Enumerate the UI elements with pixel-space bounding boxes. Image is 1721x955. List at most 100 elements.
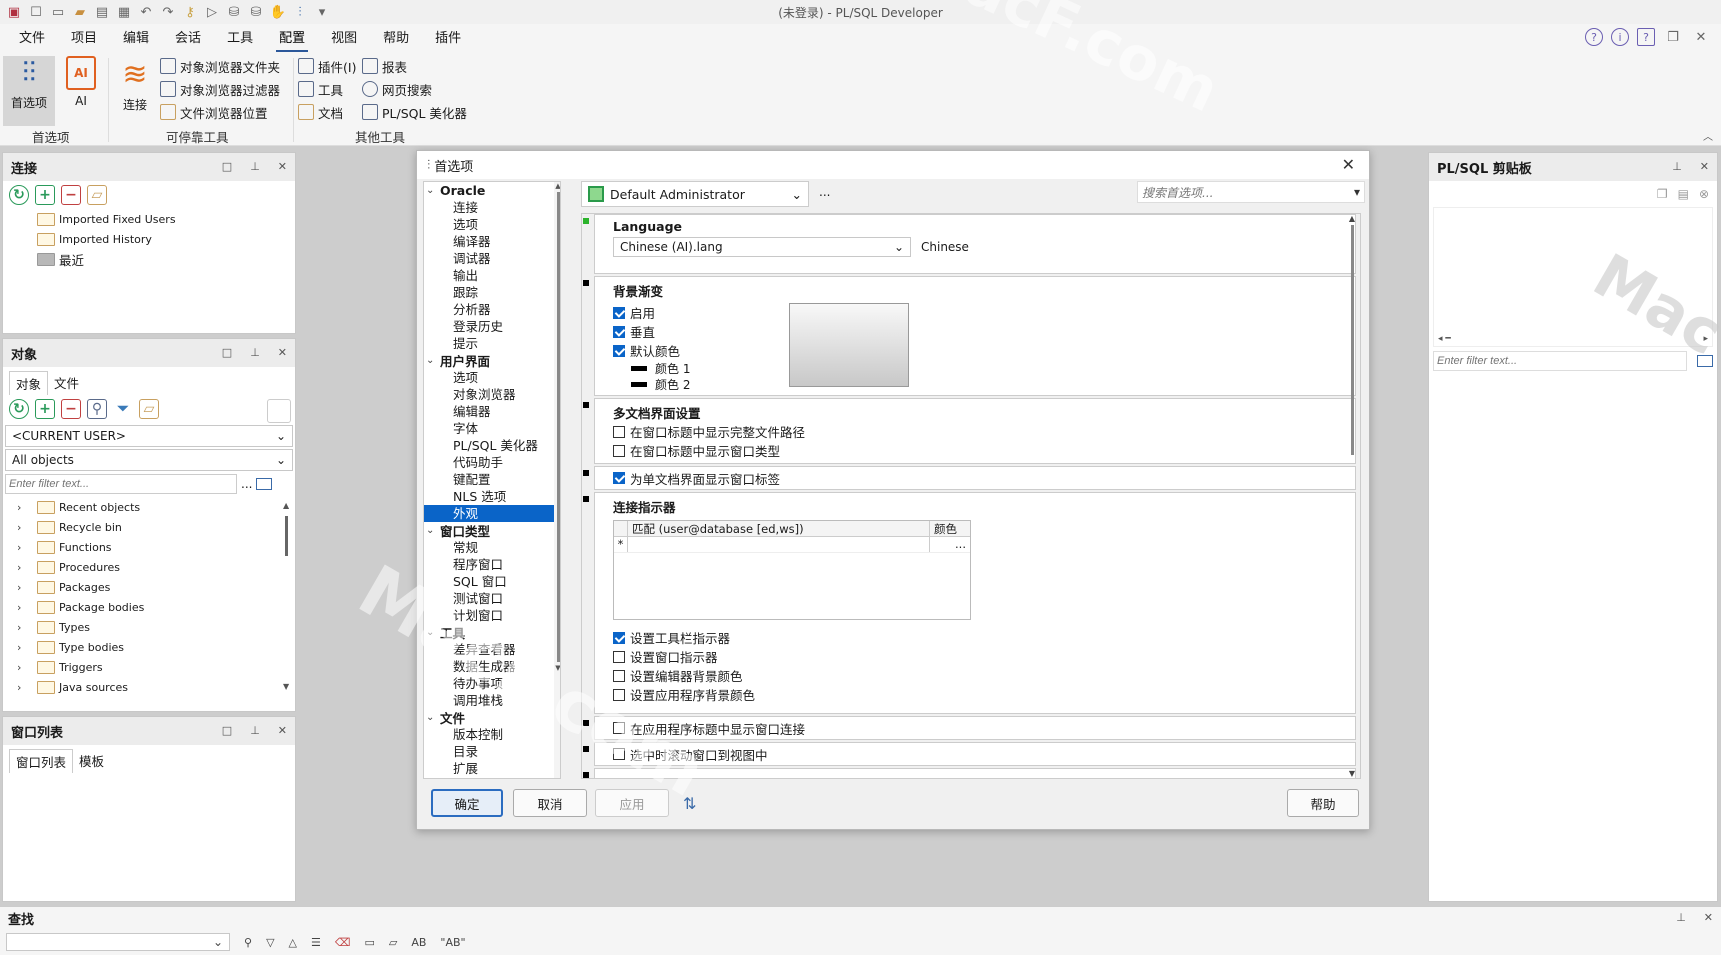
- menu-project[interactable]: 项目: [58, 24, 110, 54]
- nav-item[interactable]: 程序窗口: [424, 556, 560, 573]
- nav-item[interactable]: 编译器: [424, 233, 560, 250]
- filter-icon[interactable]: ⏷: [113, 399, 133, 419]
- dialog-close-icon[interactable]: ✕: [1342, 155, 1355, 174]
- ok-button[interactable]: 确定: [431, 789, 503, 817]
- nav-category[interactable]: ⌄ 窗口类型: [424, 522, 560, 539]
- toolbar-indicator-checkbox[interactable]: 设置工具栏指示器: [595, 628, 1355, 647]
- object-tree-item[interactable]: › Triggers: [3, 657, 295, 677]
- nav-item[interactable]: 调试器: [424, 250, 560, 267]
- object-tree-item[interactable]: › Package bodies: [3, 597, 295, 617]
- pin-icon[interactable]: ⊥: [1676, 911, 1686, 924]
- file-location-button[interactable]: 文件浏览器位置: [160, 102, 268, 122]
- find-down-icon[interactable]: ▽: [266, 936, 274, 949]
- menu-tools[interactable]: 工具: [214, 24, 266, 54]
- cancel-button[interactable]: 取消: [513, 789, 587, 817]
- sort-icon[interactable]: ⇅: [683, 794, 696, 813]
- nav-item[interactable]: 选项: [424, 369, 560, 386]
- websearch-button[interactable]: 网页搜索: [362, 79, 432, 99]
- object-tree-item[interactable]: › Types: [3, 617, 295, 637]
- close-icon[interactable]: ✕: [278, 160, 287, 173]
- language-select[interactable]: Chinese (AI).lang ⌄: [613, 237, 911, 257]
- close-icon[interactable]: ✕: [1691, 28, 1711, 46]
- pin-icon[interactable]: ⊥: [1672, 160, 1682, 173]
- nav-item[interactable]: 选项: [424, 216, 560, 233]
- filter-options-button[interactable]: ...: [241, 477, 252, 491]
- mdi-window-type-checkbox[interactable]: 在窗口标题中显示窗口类型: [595, 441, 1355, 460]
- mdi-full-path-checkbox[interactable]: 在窗口标题中显示完整文件路径: [595, 422, 1355, 441]
- nav-item[interactable]: 对象浏览器: [424, 386, 560, 403]
- menu-plugins[interactable]: 插件: [422, 24, 474, 54]
- color2-row[interactable]: 颜色 2: [595, 376, 1355, 392]
- nav-item[interactable]: 调用堆栈: [424, 692, 560, 709]
- nav-item[interactable]: 分析器: [424, 301, 560, 318]
- tab-objects[interactable]: 对象: [9, 371, 49, 395]
- nav-item[interactable]: SQL 窗口: [424, 573, 560, 590]
- profile-options-button[interactable]: ...: [819, 185, 830, 199]
- find-up-icon[interactable]: △: [289, 936, 297, 949]
- find-input[interactable]: ⌄: [6, 933, 230, 951]
- app-title-conn-checkbox[interactable]: 在应用程序标题中显示窗口连接: [595, 717, 1355, 737]
- help-button[interactable]: 帮助: [1287, 789, 1359, 817]
- scrollbar[interactable]: ▲ ▼: [283, 501, 291, 691]
- chevron-right-icon[interactable]: ›: [17, 641, 21, 654]
- refresh-icon[interactable]: ↻: [9, 185, 29, 205]
- help-icon[interactable]: ?: [1585, 28, 1603, 46]
- filter-input[interactable]: [5, 474, 237, 494]
- menu-edit[interactable]: 编辑: [110, 24, 162, 54]
- chevron-right-icon[interactable]: ›: [17, 521, 21, 534]
- object-tree-item[interactable]: › Packages: [3, 577, 295, 597]
- add-icon[interactable]: +: [35, 185, 55, 205]
- list-icon[interactable]: ☰: [311, 936, 321, 949]
- nav-scrollbar[interactable]: ▲ ▼: [554, 182, 560, 778]
- refresh-icon[interactable]: ↻: [9, 399, 29, 419]
- obj-folders-button[interactable]: 对象浏览器文件夹: [160, 56, 280, 76]
- new-folder-icon[interactable]: ▱: [87, 185, 107, 205]
- object-tree-item[interactable]: › Procedures: [3, 557, 295, 577]
- nav-item[interactable]: 代码助手: [424, 454, 560, 471]
- chevron-down-icon[interactable]: ⌄: [426, 712, 440, 723]
- nav-item[interactable]: 输出: [424, 267, 560, 284]
- folder-icon[interactable]: ▱: [389, 936, 397, 949]
- search-preferences[interactable]: 搜索首选项... ▾: [1137, 181, 1365, 203]
- eraser-icon[interactable]: ⌫: [335, 936, 351, 949]
- chevron-down-icon[interactable]: ⌄: [426, 627, 440, 638]
- clipboard-list[interactable]: ◂ ━ ▸: [1433, 207, 1713, 347]
- object-tree-item[interactable]: › Recent objects: [3, 497, 295, 517]
- reports-button[interactable]: 报表: [362, 56, 407, 76]
- obj-filters-button[interactable]: 对象浏览器过滤器: [160, 79, 280, 99]
- grid-row[interactable]: * ...: [614, 537, 970, 553]
- chevron-down-icon[interactable]: ⌄: [426, 525, 440, 536]
- nav-category[interactable]: ⌄ 工具: [424, 624, 560, 641]
- gradient-vertical-checkbox[interactable]: 垂直: [595, 322, 1355, 341]
- color-picker-button[interactable]: ...: [930, 537, 970, 552]
- whole-word-toggle[interactable]: "AB": [440, 936, 465, 949]
- nav-item[interactable]: NLS 选项: [424, 488, 560, 505]
- new-folder-icon[interactable]: ▱: [139, 399, 159, 419]
- object-tree-item[interactable]: › Java sources: [3, 677, 295, 697]
- nav-category[interactable]: ⌄ Oracle: [424, 182, 560, 199]
- pin-icon[interactable]: ⊥: [250, 346, 260, 359]
- add-icon[interactable]: +: [35, 399, 55, 419]
- copy-icon[interactable]: ❐: [1657, 187, 1668, 201]
- nav-item[interactable]: 连接: [424, 199, 560, 216]
- filter-apply-icon[interactable]: [256, 478, 273, 490]
- object-tree-item[interactable]: › Functions: [3, 537, 295, 557]
- color1-row[interactable]: 颜色 1: [595, 360, 1355, 376]
- plugins-button[interactable]: 插件(I): [298, 56, 356, 76]
- nav-item[interactable]: 差异查看器: [424, 641, 560, 658]
- connect-button[interactable]: ≋ 连接: [110, 58, 160, 114]
- nav-item[interactable]: 键配置: [424, 471, 560, 488]
- remove-icon[interactable]: −: [61, 185, 81, 205]
- maximize-icon[interactable]: □: [222, 160, 232, 173]
- find-icon[interactable]: ⚲: [87, 399, 107, 419]
- editor-bg-checkbox[interactable]: 设置编辑器背景颜色: [595, 666, 1355, 685]
- chevron-right-icon[interactable]: ›: [17, 681, 21, 694]
- ai-button[interactable]: AI AI: [56, 56, 106, 112]
- horizontal-scrollbar[interactable]: ◂ ━ ▸: [1434, 334, 1712, 346]
- close-icon[interactable]: ✕: [278, 346, 287, 359]
- chevron-right-icon[interactable]: ›: [17, 621, 21, 634]
- nav-category[interactable]: ⌄ 文件: [424, 709, 560, 726]
- tab-files[interactable]: 文件: [48, 371, 85, 395]
- gradient-default-color-checkbox[interactable]: 默认颜色: [595, 341, 1355, 360]
- match-case-toggle[interactable]: AB: [411, 936, 426, 949]
